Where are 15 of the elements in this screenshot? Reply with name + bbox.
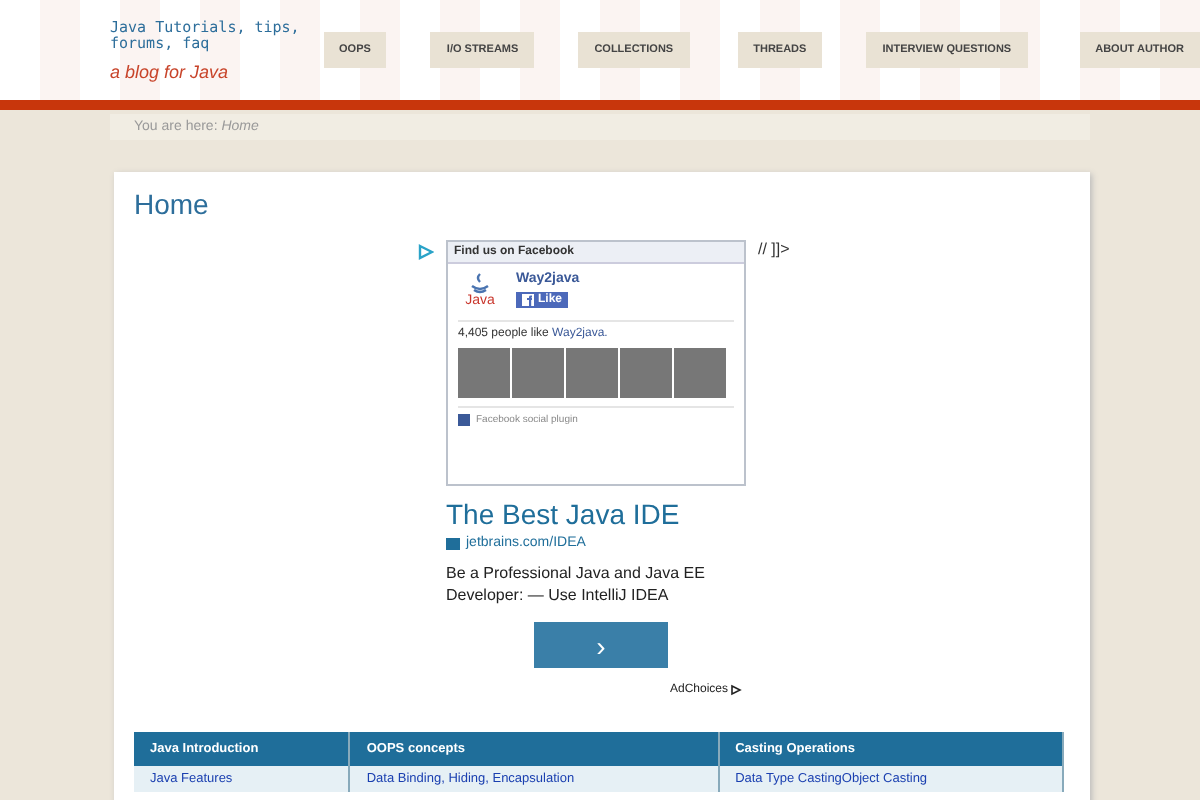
photo-placeholder xyxy=(458,348,510,398)
facebook-icon xyxy=(458,414,470,426)
photo-placeholder xyxy=(566,348,618,398)
ad-triangle-icon[interactable] xyxy=(418,244,434,260)
adchoices-icon[interactable] xyxy=(730,684,743,696)
ad-description: Be a Professional Java and Java EE Developer: — Use IntelliJ IDEA xyxy=(446,562,707,606)
photo-placeholder xyxy=(512,348,564,398)
stray-text: // ]]> xyxy=(758,240,790,262)
ad-headline[interactable]: The Best Java IDE xyxy=(446,498,746,530)
facebook-icon xyxy=(522,294,534,306)
site-tagline: a blog for Java xyxy=(110,61,231,81)
ad-arrow-button[interactable]: › xyxy=(534,622,668,668)
photo-placeholder xyxy=(674,348,726,398)
page-title: Home xyxy=(134,188,211,220)
photo-placeholder xyxy=(620,348,672,398)
